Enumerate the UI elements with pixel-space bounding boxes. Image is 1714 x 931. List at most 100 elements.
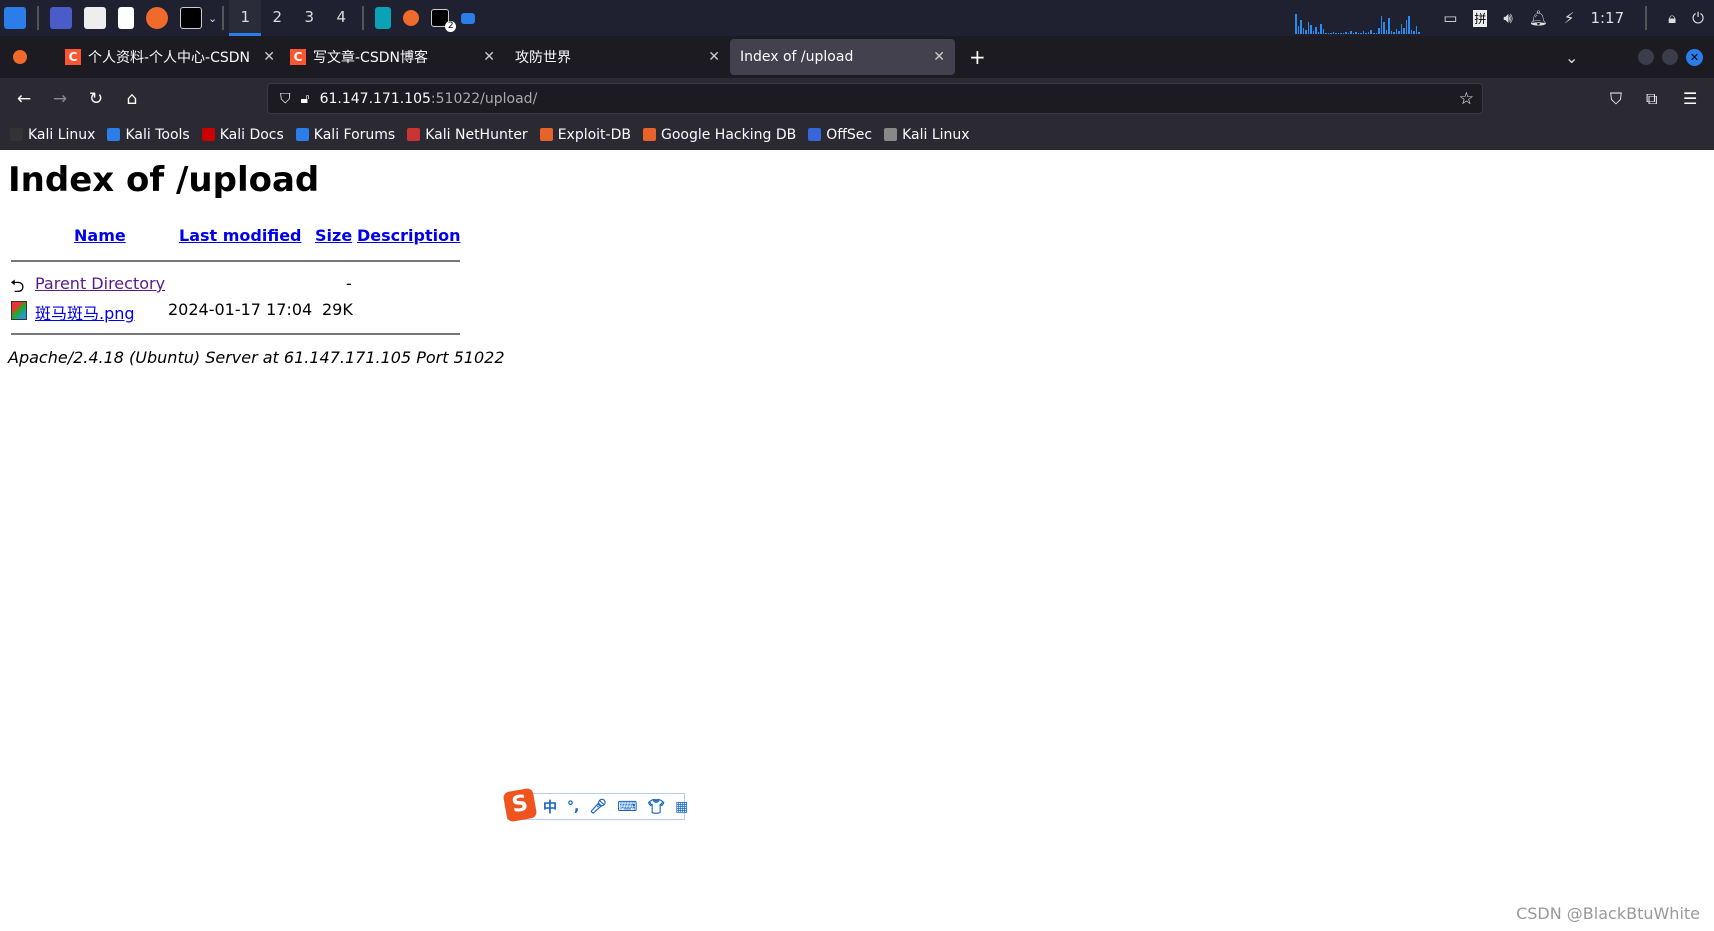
notification-bell-icon[interactable]: 🔔︎ (1529, 9, 1548, 27)
cpu-bar (1332, 32, 1335, 34)
cpu-bar (1305, 30, 1307, 34)
close-tab-icon[interactable]: ✕ (263, 49, 275, 65)
cpu-bar (1310, 25, 1312, 34)
folder-download-icon[interactable] (461, 12, 476, 24)
sort-by-name[interactable]: Name (74, 226, 126, 245)
shield-icon[interactable]: ⛉ (280, 91, 291, 107)
bookmark-item[interactable]: Exploit-DB (539, 127, 631, 143)
taskbar: ⌄ 1 2 3 4 2 ▭ 拼 🔊︎ 🔔︎ ⚡︎ 1:17 🔒︎ ⏻ (0, 0, 1714, 36)
ime-punctuation[interactable]: °, (567, 799, 579, 815)
chevron-down-icon[interactable]: ⌄ (208, 12, 217, 25)
desktop-icon[interactable] (50, 7, 72, 29)
home-icon[interactable]: ⌂ (114, 89, 150, 109)
logout-icon[interactable]: ⏻ (1692, 9, 1704, 27)
cpu-bar (1297, 26, 1300, 34)
divider (11, 333, 460, 335)
bookmark-label: Kali Tools (125, 126, 190, 143)
divider (37, 6, 39, 30)
terminal-window-icon[interactable]: 2 (431, 9, 457, 32)
power-manager-icon[interactable]: ⚡︎ (1564, 9, 1575, 27)
bookmark-item[interactable]: Kali Docs (201, 127, 284, 143)
network-icon[interactable]: ▭ (1443, 9, 1457, 27)
cpu-bar (1352, 33, 1355, 34)
tab-csdn-profile[interactable]: C 个人资料-个人中心-CSDN ✕ (55, 39, 280, 75)
file-manager-icon[interactable] (84, 7, 106, 29)
cpu-bar (1383, 22, 1385, 34)
skin-shirt-icon[interactable]: 👕︎ (647, 799, 665, 815)
firefox-view-icon[interactable] (13, 50, 27, 64)
tab-label: Index of /upload (740, 49, 854, 65)
cpu-bar (1393, 32, 1395, 34)
firefox-icon[interactable] (146, 7, 168, 29)
microphone-icon[interactable]: 🎤︎ (589, 799, 607, 815)
csdn-favicon: C (65, 49, 81, 65)
insecure-lock-icon[interactable]: 🔓︎ (301, 91, 310, 107)
bookmark-item[interactable]: Kali Tools (107, 126, 190, 143)
list-all-tabs-icon[interactable]: ⌄ (1565, 48, 1578, 67)
url-text[interactable]: 61.147.171.105:51022/upload/ (320, 91, 538, 107)
lock-icon[interactable]: 🔒︎ (1668, 9, 1676, 27)
bookmark-item[interactable]: Kali NetHunter (407, 127, 528, 143)
ime-toolbar[interactable]: S 中 °, 🎤︎ ⌨ 👕︎ ▦ (502, 787, 688, 823)
tab-csdn-write[interactable]: C 写文章-CSDN博客 ✕ (280, 39, 505, 75)
workspace-2[interactable]: 2 (261, 0, 293, 36)
bookmark-item[interactable]: Kali Forums (295, 127, 395, 143)
tab-label: 攻防世界 (515, 50, 571, 66)
kali-menu-icon[interactable] (4, 7, 26, 29)
volume-icon[interactable]: 🔊︎ (1503, 9, 1512, 27)
toolbox-icon[interactable]: ▦ (675, 799, 688, 815)
pocket-icon[interactable]: ⛉ (1610, 89, 1622, 109)
sort-by-last-modified[interactable]: Last modified (179, 226, 302, 245)
firefox-window-icon[interactable] (403, 10, 420, 26)
text-editor-icon[interactable] (118, 7, 134, 29)
cpu-bar (1390, 31, 1393, 34)
cpu-bar (1320, 24, 1322, 34)
bookmark-item[interactable]: Kali Linux (10, 127, 95, 143)
cpu-bar (1355, 32, 1357, 34)
ime-indicator[interactable]: 拼 (1473, 9, 1488, 27)
close-tab-icon[interactable]: ✕ (708, 49, 720, 65)
bookmark-favicon-icon (884, 128, 898, 141)
cpu-bar (1330, 33, 1332, 34)
file-link[interactable]: 斑马斑马.png (35, 300, 135, 324)
bookmark-item[interactable]: Google Hacking DB (642, 127, 796, 143)
bookmark-item[interactable]: Kali Linux (884, 127, 970, 143)
menu-icon[interactable]: ☰ (1683, 89, 1697, 108)
parent-directory-link[interactable]: Parent Directory (35, 274, 165, 293)
tab-gongfang[interactable]: 攻防世界 ✕ (505, 39, 730, 75)
reload-icon[interactable]: ↻ (78, 89, 114, 109)
close-tab-icon[interactable]: ✕ (483, 49, 495, 65)
sogou-logo[interactable]: S (502, 787, 538, 823)
terminal-icon[interactable] (180, 7, 202, 29)
minimize-button[interactable] (1638, 49, 1654, 65)
close-tab-icon[interactable]: ✕ (933, 49, 945, 65)
bookmark-favicon-icon (201, 128, 215, 141)
page-title: Index of /upload (8, 160, 320, 200)
sort-by-size[interactable]: Size (315, 226, 352, 245)
ime-mode[interactable]: 中 (543, 797, 557, 817)
new-tab-button[interactable]: + (969, 45, 986, 69)
close-window-button[interactable]: ✕ (1686, 48, 1703, 66)
workspace-1[interactable]: 1 (229, 0, 262, 36)
tab-index-upload[interactable]: Index of /upload ✕ (730, 39, 955, 75)
bookmark-favicon-icon (642, 128, 656, 141)
cpu-bar (1395, 29, 1398, 34)
keyboard-icon[interactable]: ⌨ (617, 799, 637, 815)
burp-icon[interactable] (375, 7, 392, 29)
sort-by-description[interactable]: Description (357, 226, 460, 245)
workspace-4[interactable]: 4 (325, 0, 357, 36)
forward-icon[interactable]: → (42, 89, 78, 109)
cpu-bar (1350, 31, 1352, 34)
cpu-bar (1413, 31, 1415, 34)
cpu-bar (1357, 33, 1360, 34)
bookmark-item[interactable]: OffSec (808, 127, 872, 143)
bookmark-label: OffSec (826, 126, 873, 143)
maximize-button[interactable] (1662, 49, 1678, 65)
url-bar[interactable]: ⛉ 🔓︎ 61.147.171.105:51022/upload/ ☆ (267, 83, 1483, 114)
clock[interactable]: 1:17 (1590, 9, 1624, 27)
workspace-3[interactable]: 3 (293, 0, 325, 36)
extensions-icon[interactable]: ⧉ (1646, 89, 1657, 109)
bookmark-star-icon[interactable]: ☆ (1459, 89, 1474, 109)
back-icon[interactable]: ← (6, 89, 42, 109)
cpu-bar (1405, 20, 1408, 34)
